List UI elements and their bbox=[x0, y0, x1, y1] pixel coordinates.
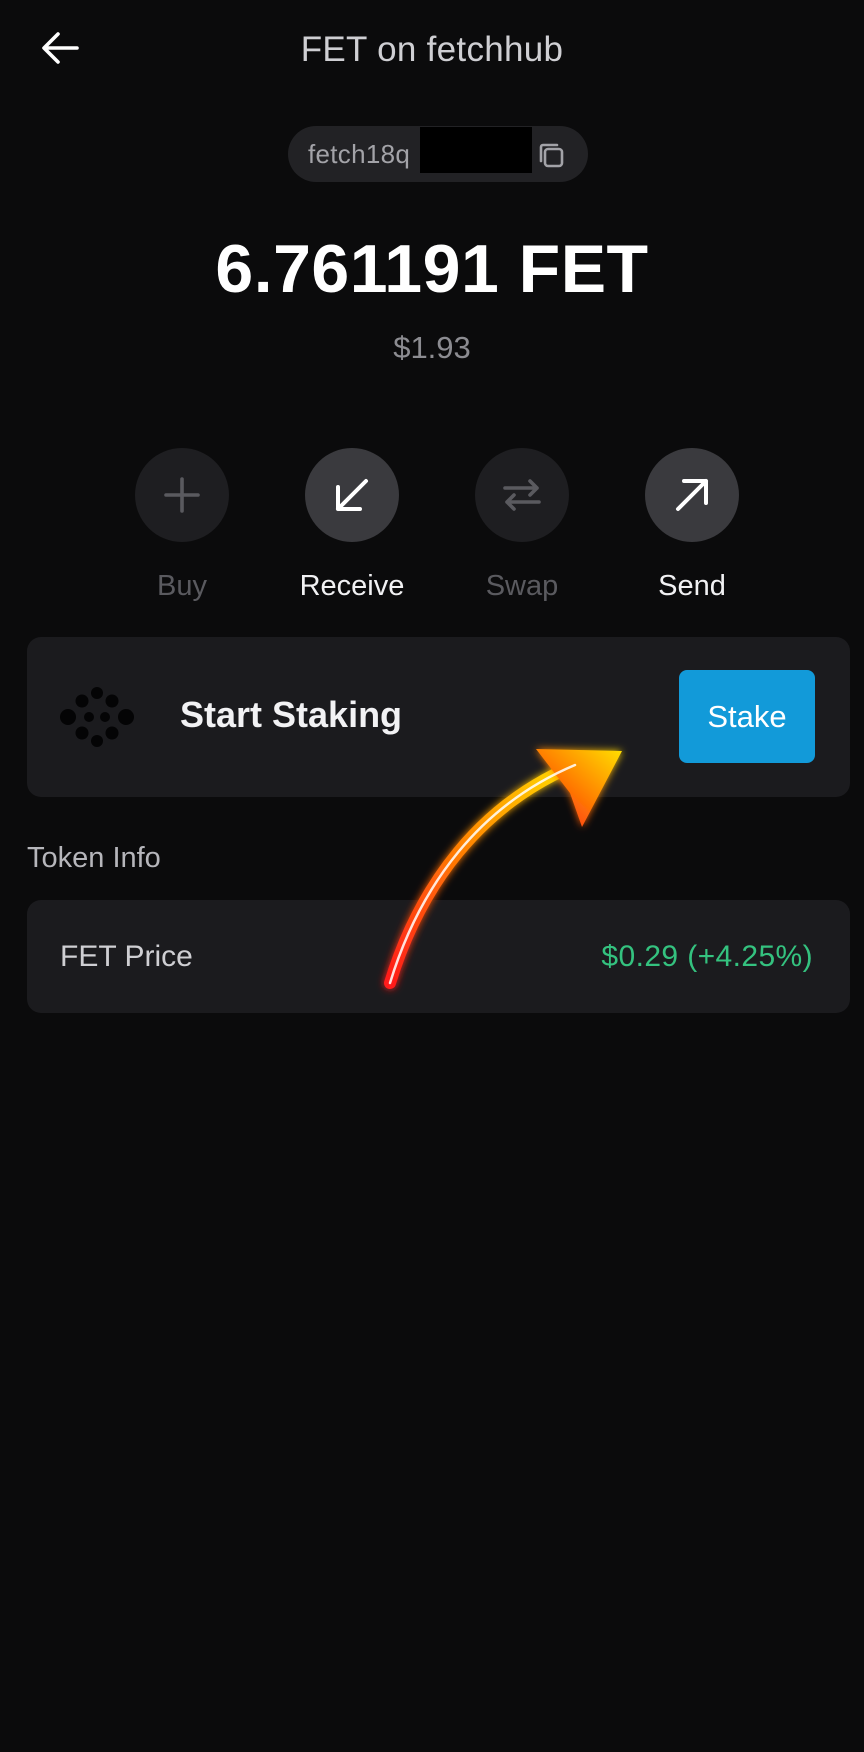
address-text: fetch18q bbox=[308, 138, 411, 169]
fetch-ai-logo-icon bbox=[60, 687, 134, 747]
receive-label: Receive bbox=[299, 570, 405, 602]
page-title: FET on fetchhub bbox=[300, 30, 564, 69]
swap-arrows-icon bbox=[503, 479, 541, 511]
copy-icon[interactable] bbox=[536, 140, 566, 170]
stake-button[interactable]: Stake bbox=[679, 670, 815, 763]
token-info-title: Token Info bbox=[27, 842, 161, 874]
balance-amount: 6.761191 FET bbox=[215, 231, 649, 307]
fet-price-label: FET Price bbox=[60, 940, 193, 973]
swap-button[interactable] bbox=[475, 448, 569, 542]
send-button[interactable] bbox=[645, 448, 739, 542]
receive-button[interactable] bbox=[305, 448, 399, 542]
balance-fiat: $1.93 bbox=[393, 330, 471, 365]
buy-label: Buy bbox=[157, 570, 207, 602]
start-staking-text: Start Staking bbox=[180, 694, 403, 735]
swap-action[interactable]: Swap bbox=[447, 448, 597, 603]
send-action[interactable]: Send bbox=[617, 448, 767, 603]
send-label: Send bbox=[658, 570, 726, 602]
plus-icon bbox=[164, 477, 200, 513]
receive-action[interactable]: Receive bbox=[277, 448, 427, 603]
fet-price-value: $0.29 (+4.25%) bbox=[601, 940, 813, 973]
address-redaction bbox=[420, 127, 532, 173]
buy-action[interactable]: Buy bbox=[107, 448, 257, 603]
buy-button[interactable] bbox=[135, 448, 229, 542]
swap-label: Swap bbox=[485, 570, 559, 602]
arrow-up-right-icon bbox=[676, 479, 708, 511]
arrow-down-left-icon bbox=[336, 479, 368, 511]
